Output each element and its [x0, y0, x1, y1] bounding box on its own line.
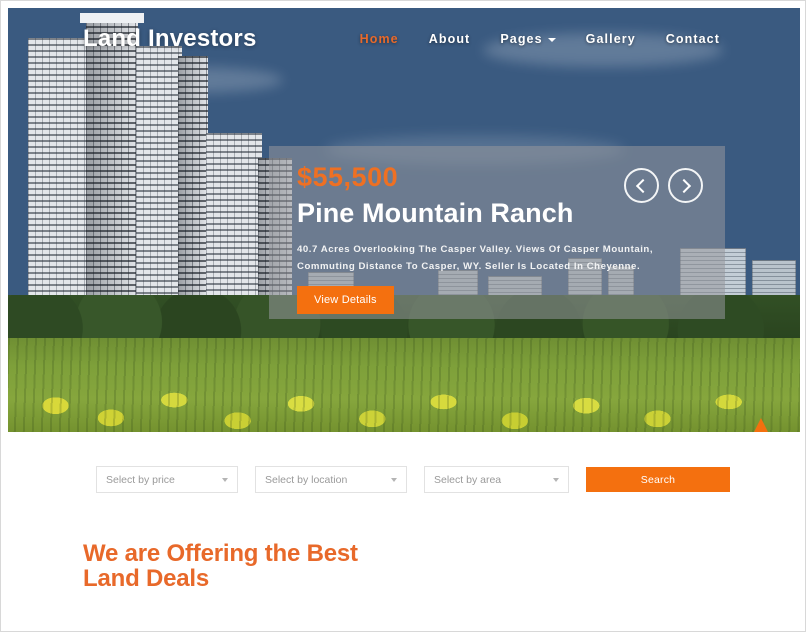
carousel-prev-button[interactable] — [624, 168, 659, 203]
building-shape — [178, 56, 208, 300]
section-heading: We are Offering the Best Land Deals — [83, 541, 800, 591]
nav-item-label: Pages — [500, 32, 543, 46]
filter-select-area-label: Select by area — [434, 473, 502, 486]
page-root: Land Investors Home About Pages Gallery … — [0, 0, 806, 632]
property-title: Pine Mountain Ranch — [297, 198, 574, 228]
property-search-bar: Select by price Select by location Selec… — [8, 432, 800, 527]
section-heading-line-2: Land Deals — [83, 565, 210, 592]
chevron-down-icon — [547, 38, 556, 42]
nav-item-label: Gallery — [585, 32, 636, 46]
filter-select-location-label: Select by location — [265, 473, 348, 486]
filter-select-area[interactable]: Select by area — [424, 466, 569, 493]
property-description: 40.7 Acres Overlooking The Casper Valley… — [297, 244, 654, 272]
nav-item-label: Home — [359, 32, 399, 46]
building-shape — [206, 133, 262, 300]
building-shape — [136, 46, 182, 300]
chevron-right-icon — [676, 178, 692, 193]
property-price: $55,500 — [297, 162, 399, 192]
hero-banner: Land Investors Home About Pages Gallery … — [8, 8, 800, 432]
chevron-down-icon — [391, 477, 397, 482]
chevron-left-icon — [635, 178, 651, 193]
site-logo[interactable]: Land Investors — [83, 25, 257, 53]
filter-select-price-label: Select by price — [106, 473, 175, 486]
field-layer — [8, 338, 800, 432]
nav-item-contact[interactable]: Contact — [666, 32, 720, 46]
carousel-controls — [624, 168, 703, 203]
offering-section: We are Offering the Best Land Deals — [8, 541, 800, 591]
site-header: Land Investors Home About Pages Gallery … — [8, 8, 800, 70]
building-shape — [752, 260, 796, 300]
nav-item-about[interactable]: About — [429, 32, 471, 46]
filter-select-price[interactable]: Select by price — [96, 466, 238, 493]
nav-item-gallery[interactable]: Gallery — [586, 32, 636, 46]
building-shape — [28, 38, 88, 300]
main-navigation: Home About Pages Gallery Contact — [360, 32, 720, 46]
search-controls: Select by price Select by location Selec… — [96, 466, 730, 493]
chevron-down-icon — [553, 477, 559, 482]
nav-item-home[interactable]: Home — [360, 32, 399, 46]
section-heading-line-1: We are Offering the Best — [83, 540, 358, 567]
hero-property-panel: $55,500 Pine Mountain Ranch 40.7 Acres O… — [269, 146, 725, 319]
scroll-to-top-button[interactable] — [752, 418, 770, 432]
chevron-down-icon — [222, 477, 228, 482]
view-details-button[interactable]: View Details — [297, 286, 394, 314]
nav-item-label: Contact — [665, 32, 720, 46]
carousel-next-button[interactable] — [668, 168, 703, 203]
search-button[interactable]: Search — [586, 467, 730, 492]
nav-item-label: About — [428, 32, 471, 46]
filter-select-location[interactable]: Select by location — [255, 466, 407, 493]
nav-item-pages[interactable]: Pages — [500, 32, 556, 46]
